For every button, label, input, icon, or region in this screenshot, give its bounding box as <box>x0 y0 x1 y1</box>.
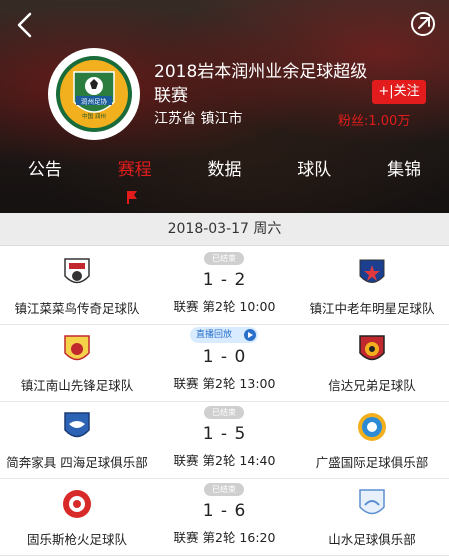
share-button[interactable] <box>409 10 437 38</box>
away-team-crest <box>357 333 387 367</box>
home-team-crest <box>62 333 92 367</box>
shield-crest-icon <box>64 258 90 284</box>
league-header: 润州足协 中国 润州 2018岩本润州业余足球超级联赛 江苏省 镇江市 +|关注… <box>0 0 449 213</box>
match-score: 1 - 0 <box>202 347 247 367</box>
away-team-crest <box>357 410 387 444</box>
away-team-name: 广盛国际足球俱乐部 <box>315 455 429 470</box>
home-team[interactable]: 镇江南山先锋足球队 <box>2 323 152 401</box>
back-arrow-icon <box>17 12 32 38</box>
home-team-crest <box>62 256 92 290</box>
league-location: 江苏省 镇江市 <box>154 111 243 127</box>
away-team-name: 山水足球俱乐部 <box>328 532 416 547</box>
home-team[interactable]: 简奔家具 四海足球俱乐部 <box>2 400 152 478</box>
play-icon <box>244 329 256 341</box>
away-team-name: 信达兄弟足球队 <box>328 378 416 393</box>
league-emblem-icon: 润州足协 中国 润州 <box>56 56 132 132</box>
match-status-badge: 已结束 <box>204 252 244 265</box>
logo-subtext: 中国 润州 <box>82 112 106 120</box>
home-team-name: 镇江南山先锋足球队 <box>20 378 134 393</box>
away-team-name: 镇江中老年明星足球队 <box>309 301 435 316</box>
match-info: 联赛 第2轮 14:40 <box>173 453 276 468</box>
replay-button[interactable]: 直播回放 <box>190 327 258 343</box>
tab-data[interactable]: 数据 <box>180 150 270 190</box>
follow-button[interactable]: +|关注 <box>372 80 426 104</box>
shield-crest-icon <box>359 335 385 361</box>
home-team-name: 固乐斯枪火足球队 <box>26 532 127 547</box>
match-info: 联赛 第2轮 10:00 <box>173 299 276 314</box>
match-status-badge: 已结束 <box>204 483 244 496</box>
home-team[interactable]: 镇江菜菜鸟传奇足球队 <box>2 246 152 324</box>
away-team[interactable]: 镇江中老年明星足球队 <box>297 246 447 324</box>
home-team-crest <box>62 410 92 444</box>
home-team-name: 简奔家具 四海足球俱乐部 <box>6 455 148 470</box>
match-info: 联赛 第2轮 16:20 <box>173 530 276 545</box>
fans-count: 粉丝:1.00万 <box>338 114 411 129</box>
round-crest-icon <box>63 490 91 518</box>
round-crest-icon <box>358 413 386 441</box>
away-team[interactable]: 山水足球俱乐部 <box>297 477 447 555</box>
tab-highlights[interactable]: 集锦 <box>359 150 449 190</box>
away-team-crest <box>357 487 387 521</box>
tab-teams[interactable]: 球队 <box>269 150 359 190</box>
star-crest-icon <box>359 259 385 283</box>
share-icon <box>411 12 435 36</box>
away-team[interactable]: 信达兄弟足球队 <box>297 323 447 401</box>
match-row[interactable]: 直播回放 镇江南山先锋足球队 1 - 0 联赛 第2轮 13:00 信达兄弟足球… <box>0 323 449 402</box>
replay-label: 直播回放 <box>196 330 233 340</box>
match-row[interactable]: 已结束 简奔家具 四海足球俱乐部 1 - 5 联赛 第2轮 14:40 广盛国际… <box>0 400 449 479</box>
league-logo: 润州足协 中国 润州 <box>48 48 140 140</box>
logo-text: 润州足协 <box>81 97 108 106</box>
match-score: 1 - 2 <box>202 270 247 290</box>
match-score: 1 - 5 <box>202 424 247 444</box>
shield-crest-icon <box>64 412 90 438</box>
back-button[interactable] <box>12 10 38 40</box>
match-info: 联赛 第2轮 13:00 <box>173 376 276 391</box>
tab-bar: 公告 赛程 数据 球队 集锦 <box>0 150 449 190</box>
home-team-name: 镇江菜菜鸟传奇足球队 <box>14 301 140 316</box>
date-header: 2018-03-17 周六 <box>0 213 449 246</box>
shield-crest-icon <box>64 335 90 361</box>
league-title: 2018岩本润州业余足球超级联赛 <box>154 62 368 106</box>
tab-schedule[interactable]: 赛程 <box>90 150 180 190</box>
tab-announcement[interactable]: 公告 <box>0 150 90 190</box>
home-team-crest <box>62 487 92 521</box>
home-team[interactable]: 固乐斯枪火足球队 <box>2 477 152 555</box>
match-row[interactable]: 已结束 固乐斯枪火足球队 1 - 6 联赛 第2轮 16:20 山水足球俱乐部 <box>0 477 449 556</box>
active-tab-flag-icon <box>127 191 137 204</box>
match-row[interactable]: 已结束 镇江菜菜鸟传奇足球队 1 - 2 联赛 第2轮 10:00 镇江中老年明… <box>0 246 449 325</box>
away-team-crest <box>357 256 387 290</box>
shield-crest-icon <box>359 489 385 515</box>
match-score: 1 - 6 <box>202 501 247 521</box>
away-team[interactable]: 广盛国际足球俱乐部 <box>297 400 447 478</box>
match-status-badge: 已结束 <box>204 406 244 419</box>
